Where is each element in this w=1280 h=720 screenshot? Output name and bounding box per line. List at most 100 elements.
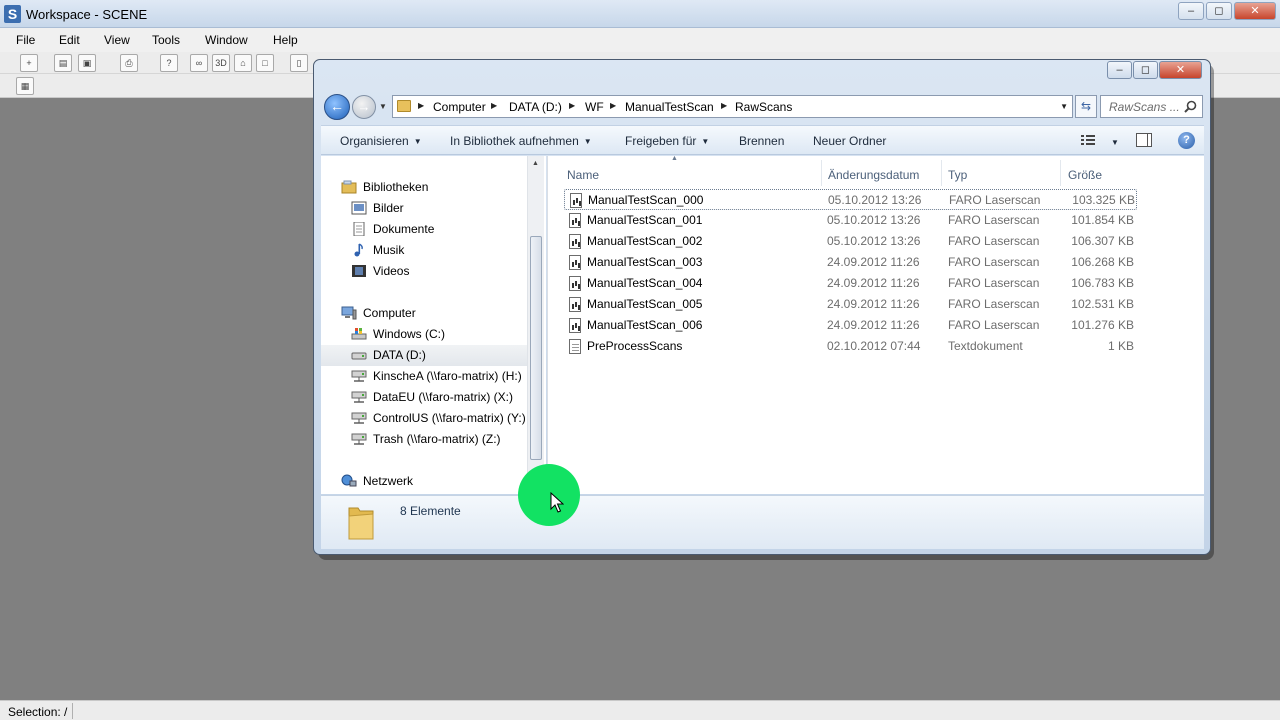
nav-network[interactable]: Netzwerk [341, 471, 531, 492]
view-chevron-icon[interactable]: ▼ [1106, 135, 1119, 149]
share-button[interactable]: Freigeben für ▼ [625, 134, 709, 148]
menu-edit[interactable]: Edit [59, 33, 80, 47]
crumb-separator-icon[interactable]: ▶ [418, 101, 424, 110]
column-separator[interactable] [1060, 160, 1061, 186]
nav-drive-c[interactable]: Windows (C:) [351, 324, 531, 345]
scroll-up-icon[interactable]: ▲ [532, 160, 539, 167]
nav-drive-y[interactable]: ControlUS (\\faro-matrix) (Y:) [351, 408, 531, 429]
nav-pictures[interactable]: Bilder [351, 198, 531, 219]
search-placeholder: RawScans ... [1109, 100, 1180, 114]
file-row[interactable]: ManualTestScan_005 24.09.2012 11:26 FARO L… [564, 294, 1137, 315]
laserscan-file-icon [569, 297, 581, 312]
help-context-icon[interactable]: ? [160, 54, 178, 72]
home-icon[interactable]: ⌂ [234, 54, 252, 72]
refresh-icon[interactable]: ⇆ [1075, 95, 1097, 118]
back-arrow-icon[interactable]: ← [324, 94, 350, 120]
app-titlebar: S Workspace - SCENE – ◻ ✕ [0, 0, 1280, 28]
videos-icon [352, 265, 366, 277]
command-bar: Organisieren ▼ In Bibliothek aufnehmen ▼ F… [321, 125, 1204, 155]
crumb-manualtestscan[interactable]: ManualTestScan [625, 100, 714, 114]
file-row[interactable]: ManualTestScan_006 24.09.2012 11:26 FARO L… [564, 315, 1137, 336]
help-icon[interactable]: ? [1178, 132, 1195, 149]
column-size[interactable]: Größe [1068, 168, 1102, 182]
crumb-computer[interactable]: Computer [433, 100, 486, 114]
nav-drive-d[interactable]: DATA (D:) [321, 345, 531, 366]
nav-documents[interactable]: Dokumente [351, 219, 531, 240]
file-row[interactable]: ManualTestScan_002 05.10.2012 13:26 FARO L… [564, 231, 1137, 252]
nav-computer[interactable]: Computer [341, 303, 531, 324]
sheet-icon[interactable]: ▯ [290, 54, 308, 72]
crumb-separator-icon[interactable]: ▶ [721, 101, 727, 110]
mouse-cursor-icon [550, 492, 564, 513]
app-title: Workspace - SCENE [26, 7, 148, 22]
file-row[interactable]: ManualTestScan_000 05.10.2012 13:26 FARO L… [564, 189, 1137, 210]
crumb-wf[interactable]: WF [585, 100, 604, 114]
dialog-minimize-icon[interactable]: – [1107, 61, 1132, 79]
column-type[interactable]: Typ [948, 168, 967, 182]
crumb-rawscans[interactable]: RawScans [735, 100, 792, 114]
file-row[interactable]: PreProcessScans 02.10.2012 07:44 Textdokum… [564, 336, 1137, 357]
address-bar[interactable]: ▶ Computer ▶ DATA (D:) ▶ WF ▶ ManualTest… [392, 95, 1073, 118]
menu-tools[interactable]: Tools [152, 33, 180, 47]
print-icon[interactable]: ⎙ [120, 54, 138, 72]
scan-view-icon[interactable]: ▦ [16, 77, 34, 95]
column-separator[interactable] [941, 160, 942, 186]
menu-window[interactable]: Window [205, 33, 248, 47]
column-separator[interactable] [821, 160, 822, 186]
burn-button[interactable]: Brennen [739, 134, 784, 148]
menu-file[interactable]: File [16, 33, 35, 47]
crumb-data-drive[interactable]: DATA (D:) [509, 100, 562, 114]
menu-help[interactable]: Help [273, 33, 298, 47]
file-row[interactable]: ManualTestScan_003 24.09.2012 11:26 FARO L… [564, 252, 1137, 273]
crumb-separator-icon[interactable]: ▶ [610, 101, 616, 110]
nav-drive-x[interactable]: DataEU (\\faro-matrix) (X:) [351, 387, 531, 408]
dialog-window-controls: – ◻ ✕ [1107, 61, 1202, 79]
nav-libraries[interactable]: Bibliotheken [341, 177, 531, 198]
organize-button[interactable]: Organisieren ▼ [340, 134, 422, 148]
menu-view[interactable]: View [104, 33, 130, 47]
forward-arrow-icon[interactable]: → [352, 95, 376, 119]
view-options-icon[interactable] [1081, 134, 1097, 146]
search-icon[interactable] [1184, 100, 1197, 113]
music-icon [354, 243, 363, 257]
cursor-highlight [518, 464, 580, 526]
drive-icon [351, 352, 367, 360]
dialog-maximize-icon[interactable]: ◻ [1133, 61, 1158, 79]
laserscan-file-icon [569, 318, 581, 333]
new-icon[interactable]: + [20, 54, 38, 72]
file-list: ▲ Name Änderungsdatum Typ Größe ManualTe… [547, 155, 1204, 494]
search-input[interactable]: RawScans ... [1100, 95, 1203, 118]
nav-drive-z[interactable]: Trash (\\faro-matrix) (Z:) [351, 429, 531, 450]
file-row[interactable]: ManualTestScan_001 05.10.2012 13:26 FARO L… [564, 210, 1137, 231]
nav-drive-h[interactable]: KinscheA (\\faro-matrix) (H:) [351, 366, 531, 387]
include-library-button[interactable]: In Bibliothek aufnehmen ▼ [450, 134, 592, 148]
column-date[interactable]: Änderungsdatum [828, 168, 919, 182]
laserscan-file-icon [569, 234, 581, 249]
scroll-thumb[interactable] [530, 236, 542, 460]
chevron-down-icon: ▼ [583, 137, 592, 146]
crumb-separator-icon[interactable]: ▶ [491, 101, 497, 110]
preview-pane-icon[interactable] [1136, 133, 1152, 147]
nav-videos[interactable]: Videos [351, 261, 531, 282]
statusbar: Selection: / [0, 700, 1280, 720]
address-dropdown-icon[interactable]: ▼ [1060, 102, 1068, 111]
view-3d-button[interactable]: 3D [212, 54, 230, 72]
nav-music[interactable]: Musik [351, 240, 531, 261]
minimize-icon[interactable]: – [1178, 2, 1204, 20]
column-name[interactable]: Name [567, 168, 599, 182]
maximize-icon[interactable]: ◻ [1206, 2, 1232, 20]
save-icon[interactable]: ▣ [78, 54, 96, 72]
glasses-icon[interactable]: ∞ [190, 54, 208, 72]
nav-scrollbar[interactable]: ▲ ▼ [527, 156, 544, 494]
file-row[interactable]: ManualTestScan_004 24.09.2012 11:26 FARO L… [564, 273, 1137, 294]
close-icon[interactable]: ✕ [1234, 2, 1276, 20]
crumb-separator-icon[interactable]: ▶ [569, 101, 575, 110]
frame-icon[interactable]: □ [256, 54, 274, 72]
open-icon[interactable]: ▤ [54, 54, 72, 72]
new-folder-button[interactable]: Neuer Ordner [813, 134, 886, 148]
dialog-close-icon[interactable]: ✕ [1159, 61, 1202, 79]
history-chevron-icon[interactable]: ▼ [379, 102, 387, 111]
library-icon [341, 180, 357, 194]
app-window-controls: – ◻ ✕ [1178, 2, 1276, 20]
laserscan-file-icon [569, 213, 581, 228]
